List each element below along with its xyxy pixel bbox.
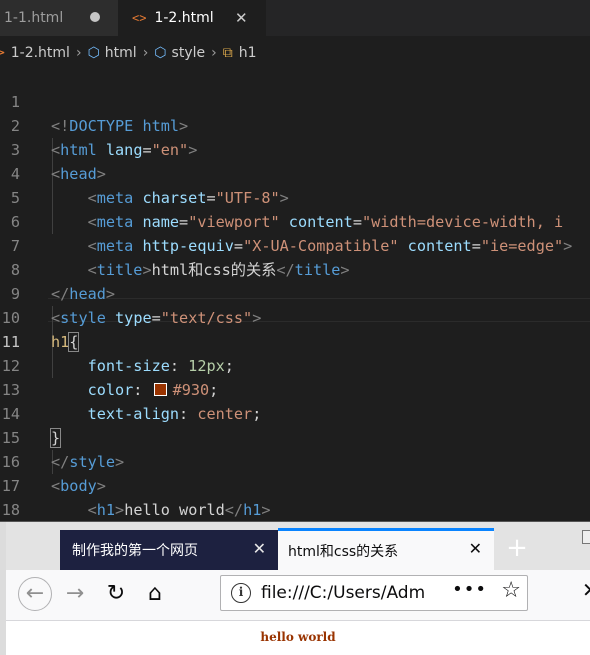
code-line: 4 <meta charset="UTF-8"> [0,138,590,207]
code-line: 18 </body> [0,474,590,543]
page-heading: hello world [260,630,336,644]
code-line: 2 <html lang="en"> [0,90,590,159]
code-line: 1 <!DOCTYPE html> [0,66,590,135]
code-line: 9 <style type="text/css"> [0,258,590,327]
code-line: 15 </style> [0,402,590,471]
code-line: 10 h1{ [0,282,590,352]
code-editor[interactable]: 1 <!DOCTYPE html> 2 <html lang="en"> 3 <… [0,66,590,567]
browser-window: 制作我的第一个网页 ✕ html和css的关系 ✕ + ← → ↻ ⌂ i fi… [0,521,590,655]
forward-button[interactable]: → [58,577,92,611]
code-line: 3 <head> [0,114,590,183]
navigation-toolbar: ← → ↻ ⌂ i file:///C:/Users/Adm ••• ☆ ✕ [6,570,590,621]
breadcrumb-html[interactable]: html [105,45,137,61]
chevron-right-icon: › [211,45,217,61]
breadcrumb-h1[interactable]: h1 [239,45,257,61]
close-icon[interactable]: ✕ [253,539,266,558]
breadcrumb-style[interactable]: style [172,45,206,61]
restore-window-icon[interactable] [582,530,590,544]
tab-label: 1-2.html [154,10,214,26]
info-icon[interactable]: i [231,583,251,603]
code-line: 12 color: #930; [0,330,590,399]
code-line: 19 </html> [0,498,590,567]
url-text[interactable]: file:///C:/Users/Adm [261,583,447,603]
code-line: 14 } [0,378,590,448]
chevron-right-icon: › [75,45,82,61]
bookmark-star-icon[interactable]: ☆ [501,578,521,603]
browser-tab-strip: 制作我的第一个网页 ✕ html和css的关系 ✕ + [6,522,590,570]
code-line: 7 <title>html和css的关系</title> [0,210,590,279]
tab-label: 制作我的第一个网页 [72,543,198,559]
home-button[interactable]: ⌂ [138,577,172,611]
html-file-icon: > [0,45,6,61]
close-icon[interactable]: ✕ [469,539,482,558]
chevron-right-icon: › [142,45,149,61]
back-button[interactable]: ← [18,577,52,611]
code-line: 11 font-size: 12px; [0,306,590,375]
code-line: 5 <meta name="viewport" content="width=d… [0,162,590,231]
close-icon[interactable]: ✕ [235,9,248,27]
code-line: 16 <body> [0,426,590,495]
new-tab-button[interactable]: + [502,534,532,564]
editor-tab-1-1-html[interactable]: 1-1.html [0,0,118,36]
close-icon[interactable]: ✕ [582,578,590,602]
tab-label: html和css的关系 [288,543,399,560]
html-file-icon: <> [132,11,147,25]
page-viewport: hello world [6,621,590,655]
code-line: 6 <meta http-equiv="X-UA-Compatible" con… [0,186,590,255]
editor-tab-bar: 1-1.html <> 1-2.html ✕ [0,0,590,36]
page-actions-icon[interactable]: ••• [452,579,487,600]
element-cube-icon: ⬡ [154,45,167,61]
element-cube-icon: ⬡ [87,45,100,61]
breadcrumb-file[interactable]: 1-2.html [11,45,70,61]
reload-button[interactable]: ↻ [99,577,133,611]
editor-tab-1-2-html[interactable]: <> 1-2.html ✕ [118,0,266,36]
unsaved-dot-icon[interactable] [90,12,100,22]
tab-label: 1-1.html [4,10,64,26]
browser-tab-html-css[interactable]: html和css的关系 ✕ [278,528,494,570]
url-bar[interactable]: i file:///C:/Users/Adm ••• ☆ [220,575,528,611]
breadcrumb: > 1-2.html › ⬡ html › ⬡ style › ⧉ h1 [0,40,590,66]
symbol-class-icon: ⧉ [222,45,233,61]
code-line: 8 </head> [0,234,590,303]
code-line: 13 text-align: center; [0,354,590,423]
code-line: 17 <h1>hello world</h1> [0,450,590,519]
browser-tab-first-page[interactable]: 制作我的第一个网页 ✕ [60,530,278,570]
